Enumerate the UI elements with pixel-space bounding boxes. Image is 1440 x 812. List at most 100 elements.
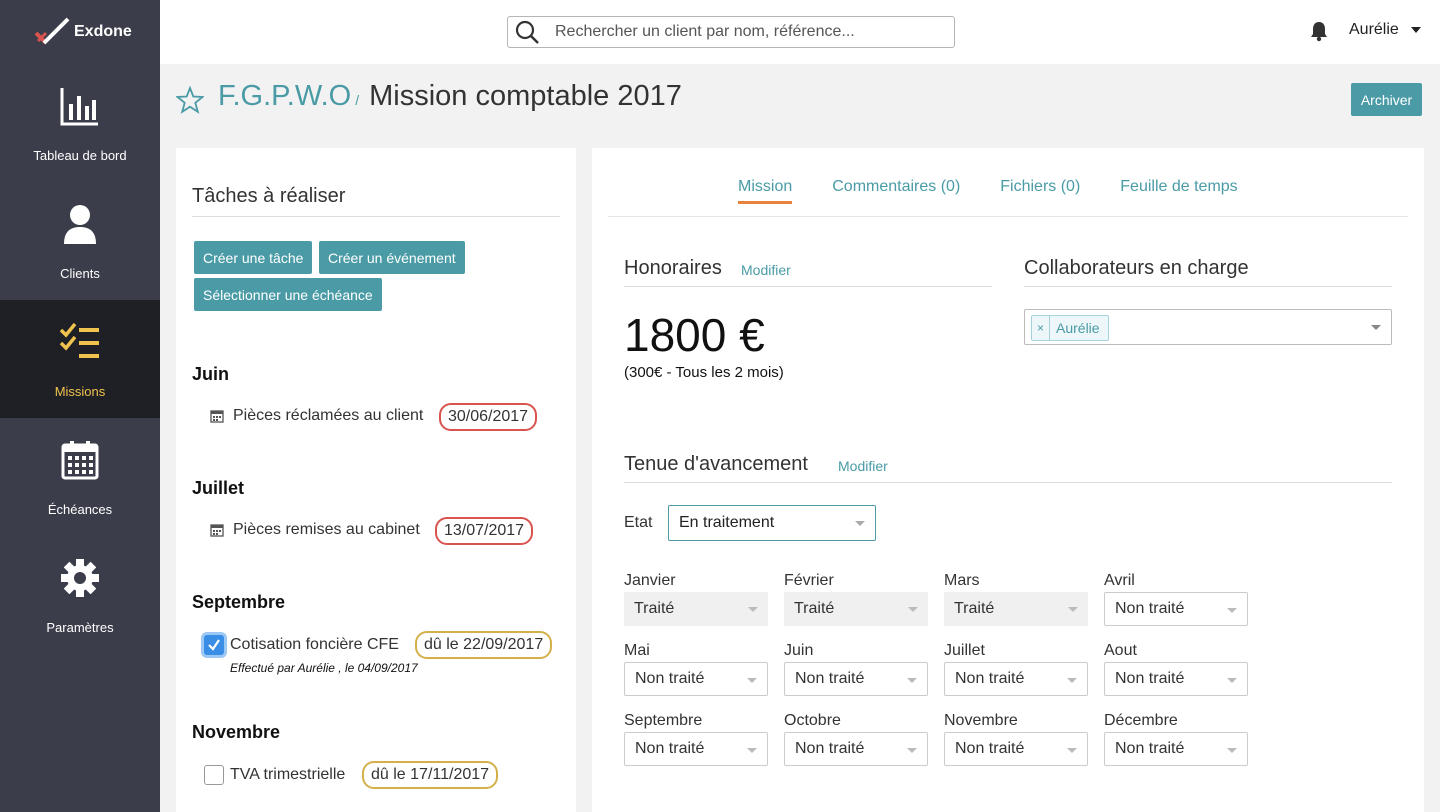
chip-remove-icon[interactable]: ×: [1032, 316, 1050, 340]
month-status-select[interactable]: Non traité: [624, 732, 768, 766]
sidebar-item-dashboard[interactable]: Tableau de bord: [0, 64, 160, 182]
divider: [1024, 286, 1392, 287]
create-task-button[interactable]: Créer une tâche: [194, 241, 313, 274]
search-input[interactable]: [555, 23, 935, 41]
search-box[interactable]: [507, 16, 955, 48]
due-date-badge: dû le 22/09/2017: [415, 631, 553, 659]
page-title: Mission comptable 2017: [369, 80, 682, 112]
user-menu[interactable]: Aurélie: [1349, 21, 1421, 39]
sidebar-item-parametres[interactable]: Paramètres: [0, 536, 160, 654]
month-label: Novembre: [944, 712, 1018, 729]
month-status: Mai Non traité: [624, 642, 768, 696]
checkmark-icon: [208, 639, 220, 651]
search-icon: [515, 20, 539, 44]
month-label: Février: [784, 572, 834, 589]
month-status: Juillet Non traité: [944, 642, 1088, 696]
month-status-select[interactable]: Traité: [784, 592, 928, 626]
calendar-icon: [210, 410, 224, 423]
month-status-select[interactable]: Non traité: [1104, 592, 1248, 626]
chip-label: Aurélie: [1056, 320, 1100, 336]
tab-bar: Mission Commentaires (0) Fichiers (0) Fe…: [738, 178, 1278, 204]
chevron-down-icon: [1227, 748, 1237, 753]
mission-panel: Mission Commentaires (0) Fichiers (0) Fe…: [592, 148, 1424, 812]
sidebar-item-echeances[interactable]: Échéances: [0, 418, 160, 536]
month-status-value: Non traité: [795, 670, 865, 687]
bar-chart-icon: [58, 84, 102, 128]
chevron-down-icon: [1227, 608, 1237, 613]
sidebar-item-label: Paramètres: [46, 620, 114, 635]
task-checkbox[interactable]: [204, 635, 224, 655]
month-status: Janvier Traité: [624, 572, 768, 626]
month-status-value: Non traité: [635, 740, 705, 757]
month-status-select[interactable]: Non traité: [944, 662, 1088, 696]
calendar-icon: [58, 438, 102, 482]
task-item[interactable]: Cotisation foncière CFE: [204, 635, 399, 655]
chevron-down-icon: [1227, 678, 1237, 683]
fees-note: (300€ - Tous les 2 mois): [624, 364, 784, 381]
month-status-select[interactable]: Traité: [944, 592, 1088, 626]
brand-name: Exdone: [74, 23, 132, 40]
month-status-value: Traité: [794, 600, 835, 617]
task-item[interactable]: TVA trimestrielle: [204, 765, 345, 785]
task-label: Cotisation foncière CFE: [230, 636, 399, 653]
month-status-value: Non traité: [1115, 670, 1185, 687]
star-icon[interactable]: [176, 86, 204, 114]
month-label: Mars: [944, 572, 980, 589]
breadcrumb-client-link[interactable]: F.G.P.W.O: [218, 80, 351, 113]
create-event-button[interactable]: Créer un événement: [319, 241, 465, 274]
month-status-select[interactable]: Traité: [624, 592, 768, 626]
fees-amount: 1800 €: [624, 309, 765, 361]
user-name: Aurélie: [1349, 21, 1399, 38]
collaborator-chip: × Aurélie: [1031, 315, 1109, 341]
gear-icon: [58, 556, 102, 600]
month-status-value: Non traité: [955, 740, 1025, 757]
progress-modify-link[interactable]: Modifier: [838, 458, 888, 474]
chevron-down-icon: [1068, 607, 1078, 612]
divider: [192, 216, 560, 217]
month-status-select[interactable]: Non traité: [1104, 662, 1248, 696]
tasks-title: Tâches à réaliser: [192, 185, 346, 207]
tab-fichiers[interactable]: Fichiers (0): [1000, 178, 1080, 204]
tab-mission[interactable]: Mission: [738, 178, 793, 204]
month-status-value: Non traité: [795, 740, 865, 757]
month-status-select[interactable]: Non traité: [1104, 732, 1248, 766]
state-label: Etat: [624, 514, 653, 531]
bell-icon[interactable]: [1308, 20, 1330, 42]
task-item[interactable]: Pièces réclamées au client: [210, 407, 423, 425]
chevron-down-icon: [1067, 678, 1077, 683]
task-checkbox[interactable]: [204, 765, 224, 785]
due-date-badge: 30/06/2017: [439, 403, 538, 431]
month-heading: Juillet: [192, 478, 245, 498]
chevron-down-icon: [747, 748, 757, 753]
task-item[interactable]: Pièces remises au cabinet: [210, 521, 420, 539]
state-select[interactable]: En traitement: [668, 505, 876, 541]
month-status: Aout Non traité: [1104, 642, 1248, 696]
sidebar-item-label: Missions: [54, 384, 106, 399]
chevron-down-icon: [1410, 27, 1421, 33]
month-status: Décembre Non traité: [1104, 712, 1248, 766]
tab-commentaires[interactable]: Commentaires (0): [832, 178, 960, 204]
month-heading: Juin: [192, 364, 230, 384]
sidebar-item-clients[interactable]: Clients: [0, 182, 160, 300]
select-deadline-button[interactable]: Sélectionner une échéance: [194, 278, 382, 311]
chevron-down-icon: [907, 748, 917, 753]
month-label: Avril: [1104, 572, 1135, 589]
month-status: Mars Traité: [944, 572, 1088, 626]
month-status-select[interactable]: Non traité: [624, 662, 768, 696]
month-status-select[interactable]: Non traité: [784, 732, 928, 766]
month-status-select[interactable]: Non traité: [944, 732, 1088, 766]
divider: [608, 216, 1408, 217]
brand[interactable]: Exdone: [0, 0, 160, 64]
chevron-down-icon: [907, 678, 917, 683]
divider: [624, 286, 992, 287]
collaborators-select[interactable]: × Aurélie: [1024, 309, 1392, 345]
month-status: Septembre Non traité: [624, 712, 768, 766]
archive-button[interactable]: Archiver: [1351, 83, 1422, 116]
month-status-select[interactable]: Non traité: [784, 662, 928, 696]
fees-modify-link[interactable]: Modifier: [741, 262, 791, 278]
task-label: Pièces réclamées au client: [233, 407, 424, 424]
fees-title: Honoraires: [624, 257, 722, 279]
month-label: Septembre: [624, 712, 703, 729]
tab-feuille-de-temps[interactable]: Feuille de temps: [1120, 178, 1237, 204]
sidebar-item-missions[interactable]: Missions: [0, 300, 160, 418]
